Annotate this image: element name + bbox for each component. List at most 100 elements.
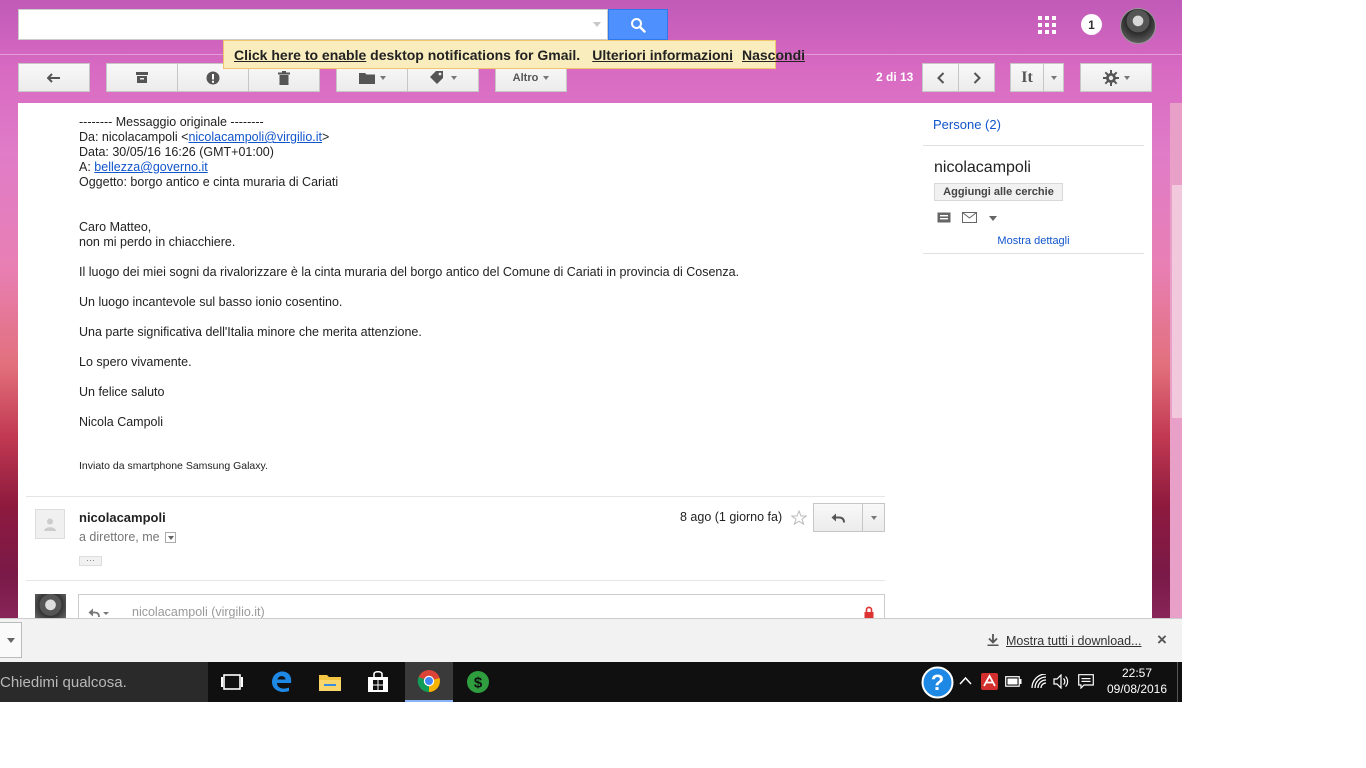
show-all-downloads-link[interactable]: Mostra tutti i download... (1006, 634, 1141, 648)
people-divider (923, 145, 1144, 146)
greeting-line: Caro Matteo, (79, 220, 152, 234)
subject-line: Oggetto: borgo antico e cinta muraria di… (79, 175, 339, 189)
date-line: Data: 30/05/16 16:26 (GMT+01:00) (79, 145, 274, 159)
paragraph: Un luogo incantevole sul basso ionio cos… (79, 295, 343, 309)
search-input[interactable] (18, 9, 608, 40)
contact-name[interactable]: nicolacampoli (934, 159, 1031, 177)
reply-icon (831, 513, 845, 523)
input-tools-dropdown[interactable] (1043, 63, 1064, 92)
paragraph: Un felice saluto (79, 385, 165, 399)
input-language-label: It (1021, 68, 1033, 86)
to-line: A: bellezza@governo.it (79, 160, 208, 174)
show-details-dropdown[interactable] (164, 531, 176, 543)
original-message-header: -------- Messaggio originale -------- (79, 115, 264, 129)
reply-type-icon[interactable] (88, 608, 110, 618)
cortana-search-box[interactable]: Chiedimi qualcosa. (0, 662, 208, 702)
sender-name[interactable]: nicolacampoli (79, 510, 166, 525)
task-view-icon[interactable] (208, 662, 256, 702)
show-details-link[interactable]: Mostra dettagli (923, 235, 1144, 247)
to-email-link[interactable]: bellezza@governo.it (94, 160, 207, 174)
people-divider (923, 253, 1144, 254)
add-to-circles-button[interactable]: Aggiungi alle cerchie (934, 183, 1063, 201)
chevron-left-icon (936, 71, 944, 84)
intro-line: non mi perdo in chiacchiere. (79, 235, 236, 249)
email-icon[interactable] (962, 212, 977, 223)
recipients-text: a direttore, me (79, 530, 160, 544)
message-body: -------- Messaggio originale -------- Da… (79, 115, 879, 474)
conversation-view: -------- Messaggio originale -------- Da… (18, 103, 1152, 618)
reply-button[interactable] (813, 503, 863, 532)
svg-text:$: $ (474, 675, 483, 692)
account-avatar[interactable] (1120, 8, 1156, 44)
chevron-down-icon[interactable] (989, 216, 997, 221)
show-desktop-button[interactable] (1177, 662, 1182, 702)
trash-icon (278, 70, 290, 85)
edge-browser-icon[interactable] (258, 662, 306, 702)
money-app-icon[interactable]: $ (454, 662, 502, 702)
apps-grid-icon[interactable] (1038, 16, 1056, 34)
recipients-line: a direttore, me (79, 530, 176, 544)
more-actions-label: Altro (512, 71, 539, 84)
search-button[interactable] (608, 9, 668, 40)
back-arrow-icon (47, 72, 60, 83)
message-divider (26, 580, 885, 581)
people-panel: Persone (2) nicolacampoli Aggiungi alle … (923, 103, 1144, 273)
cortana-search-placeholder: Chiedimi qualcosa. (0, 673, 127, 691)
people-widget-title[interactable]: Persone (2) (933, 117, 1001, 132)
antivirus-icon[interactable] (981, 673, 998, 690)
download-item-menu[interactable] (0, 622, 22, 658)
search-icon (631, 17, 646, 33)
reply-recipient-placeholder: nicolacampoli (virgilio.it) (132, 605, 265, 618)
close-downloads-bar-button[interactable]: × (1157, 630, 1167, 650)
svg-text:?: ? (931, 670, 944, 695)
show-trimmed-content-button[interactable]: ··· (79, 556, 102, 566)
downloads-bar: Mostra tutti i download... × (0, 618, 1182, 662)
message-date: 8 ago (1 giorno fa) (680, 510, 783, 524)
paragraph: Lo spero vivamente. (79, 355, 192, 369)
store-icon[interactable] (354, 662, 402, 702)
paragraph: Nicola Campoli (79, 415, 164, 429)
search-options-dropdown-icon[interactable] (593, 22, 601, 27)
reply-compose-box[interactable]: nicolacampoli (virgilio.it) (78, 594, 885, 618)
input-tools-button[interactable]: It (1010, 63, 1044, 92)
chat-icon[interactable] (937, 212, 951, 223)
enable-notifications-link[interactable]: Click here to enable (234, 47, 366, 63)
from-line: Da: nicolacampoli <nicolacampoli@virgili… (79, 130, 330, 144)
wifi-icon[interactable] (1031, 674, 1048, 689)
notifications-badge[interactable]: 1 (1081, 14, 1102, 35)
download-icon (987, 634, 999, 646)
notification-banner-text: desktop notifications for Gmail. (366, 46, 581, 63)
archive-button[interactable] (106, 63, 178, 92)
help-icon[interactable]: ? (921, 666, 954, 699)
folder-icon (358, 72, 375, 84)
scrollbar-thumb[interactable] (1172, 185, 1182, 418)
action-center-icon[interactable] (1078, 674, 1094, 689)
paragraph: Una parte significativa dell'Italia mino… (79, 325, 422, 339)
more-info-link[interactable]: Ulteriori informazioni (592, 47, 733, 63)
battery-icon[interactable] (1005, 676, 1022, 687)
chrome-icon[interactable] (405, 662, 453, 702)
settings-button[interactable] (1080, 63, 1152, 92)
hide-banner-link[interactable]: Nascondi (742, 47, 805, 63)
older-button[interactable] (958, 63, 995, 92)
clock-date: 09/08/2016 (1106, 682, 1168, 696)
signature-line: Inviato da smartphone Samsung Galaxy. (79, 460, 268, 472)
file-explorer-icon[interactable] (306, 662, 354, 702)
back-button[interactable] (18, 63, 90, 92)
chevron-right-icon (973, 71, 981, 84)
chevron-up-icon[interactable] (959, 676, 972, 685)
chevron-down-icon (6, 637, 15, 643)
star-icon[interactable] (791, 510, 807, 525)
pager-text: 2 di 13 (876, 70, 914, 84)
person-placeholder-icon (44, 518, 56, 531)
paragraph: Il luogo dei miei sogni da rivalorizzare… (79, 265, 740, 279)
clock[interactable]: 22:57 09/08/2016 (1106, 666, 1168, 696)
lock-icon[interactable] (864, 606, 874, 618)
desktop-notification-banner: Click here to enable desktop notificatio… (223, 40, 805, 69)
gear-icon (1102, 69, 1119, 86)
newer-button[interactable] (922, 63, 959, 92)
archive-icon (136, 72, 148, 83)
from-email-link[interactable]: nicolacampoli@virgilio.it (188, 130, 322, 144)
more-reply-options-button[interactable] (862, 503, 885, 532)
volume-icon[interactable] (1053, 674, 1071, 689)
